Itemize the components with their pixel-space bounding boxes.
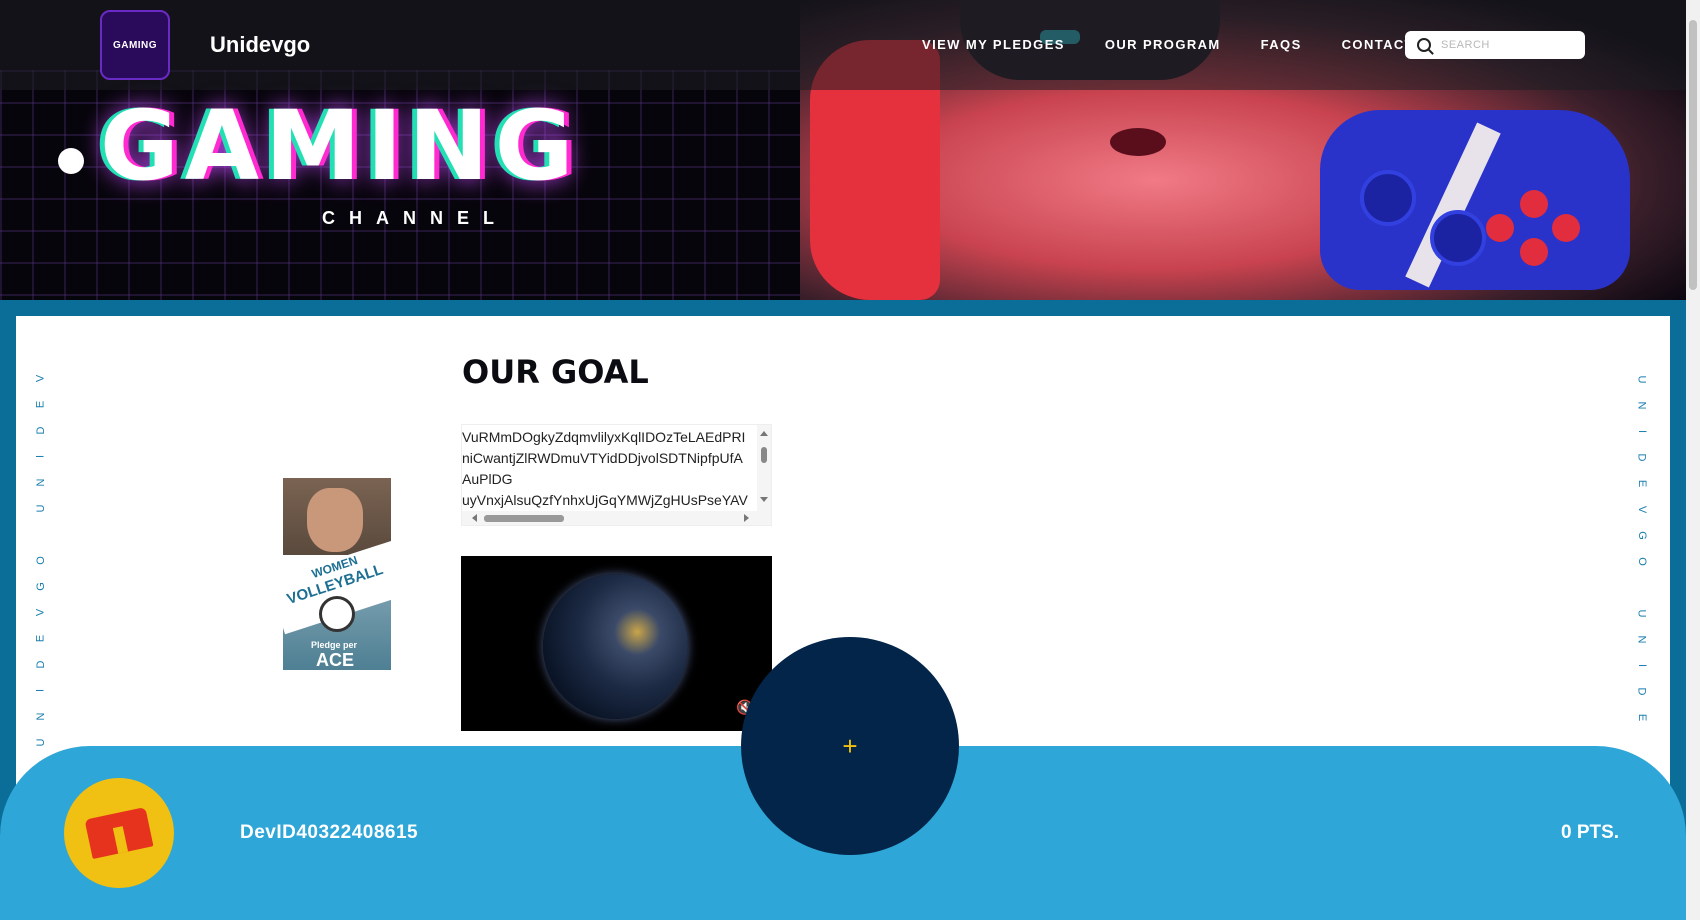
- site-logo[interactable]: GAMING: [100, 10, 170, 80]
- controller-stick: [1360, 170, 1416, 226]
- controller-button: [1520, 238, 1548, 266]
- player-face: [307, 488, 363, 552]
- textarea-line: uyVnxjAlsuQzfYnhxUjGqYMWjZgHUsPseYAV: [462, 492, 748, 508]
- avatar[interactable]: [64, 778, 174, 888]
- hero-title: GAMING: [100, 90, 580, 202]
- top-navbar: GAMING Unidevgo VIEW MY PLEDGES OUR PROG…: [0, 0, 1686, 90]
- main-nav: VIEW MY PLEDGES OUR PROGRAM FAQS CONTACT: [922, 37, 1414, 52]
- brand-name[interactable]: Unidevgo: [210, 32, 310, 58]
- add-button[interactable]: +: [741, 637, 959, 855]
- plus-icon: +: [842, 730, 858, 761]
- right-vertical-text: UNIDEVGO UNIDE: [1635, 375, 1648, 723]
- controller-stick: [1430, 210, 1486, 266]
- scroll-down-icon[interactable]: [760, 497, 768, 502]
- textarea-vertical-scrollbar[interactable]: [757, 425, 771, 513]
- search-icon[interactable]: [1417, 38, 1431, 52]
- search-input[interactable]: [1441, 39, 1571, 51]
- page-scrollbar[interactable]: [1686, 0, 1700, 920]
- hero-subtitle: CHANNEL: [322, 208, 508, 228]
- scroll-left-icon[interactable]: [472, 514, 477, 522]
- points-label: 0 PTS.: [1561, 822, 1620, 843]
- women-volleyball-poster[interactable]: WOMEN VOLLEYBALL Pledge per ACE: [283, 478, 391, 670]
- nav-our-program[interactable]: OUR PROGRAM: [1105, 37, 1221, 52]
- hero-banner: GAMING CHANNEL GAMING Unidevgo VIEW MY P…: [0, 0, 1686, 300]
- username-label: DevID40322408615: [240, 822, 419, 843]
- poster-line3: Pledge per: [311, 640, 358, 650]
- hero-dot: [58, 148, 84, 174]
- scroll-thumb[interactable]: [484, 515, 564, 522]
- goal-heading: OUR GOAL: [462, 353, 649, 391]
- scroll-up-icon[interactable]: [760, 431, 768, 436]
- hero-mouth: [1110, 128, 1166, 156]
- nav-contact[interactable]: CONTACT: [1342, 37, 1414, 52]
- left-vertical-text: UNIDEVGO UNIDEV: [34, 373, 47, 747]
- textarea-horizontal-scrollbar[interactable]: [462, 511, 771, 525]
- textarea-line: niCwantjZlRWDmuVTYidDDjvolSDTNipfpUfA: [462, 450, 743, 466]
- textarea-line: VuRMmDOgkyZdqmvlilyxKqlIDOzTeLAEdPRI: [462, 429, 746, 445]
- poster-line4: ACE: [316, 650, 355, 670]
- game-controller: [1320, 110, 1630, 290]
- shorts-icon: [84, 806, 154, 860]
- scroll-right-icon[interactable]: [744, 514, 749, 522]
- volleyball-icon: [319, 596, 355, 632]
- controller-button: [1486, 214, 1514, 242]
- logo-text: GAMING: [112, 39, 158, 51]
- nav-faqs[interactable]: FAQS: [1261, 37, 1302, 52]
- earth-globe: [543, 574, 688, 719]
- earth-video[interactable]: 🔇: [461, 556, 772, 731]
- controller-button: [1552, 214, 1580, 242]
- nav-view-my-pledges[interactable]: VIEW MY PLEDGES: [922, 37, 1065, 52]
- page-scroll-thumb[interactable]: [1689, 20, 1697, 290]
- textarea-line: AuPlDG: [462, 471, 513, 487]
- search-box[interactable]: [1405, 31, 1585, 59]
- controller-button: [1520, 190, 1548, 218]
- goal-textarea[interactable]: VuRMmDOgkyZdqmvlilyxKqlIDOzTeLAEdPRI niC…: [461, 424, 772, 526]
- scroll-thumb[interactable]: [761, 447, 767, 463]
